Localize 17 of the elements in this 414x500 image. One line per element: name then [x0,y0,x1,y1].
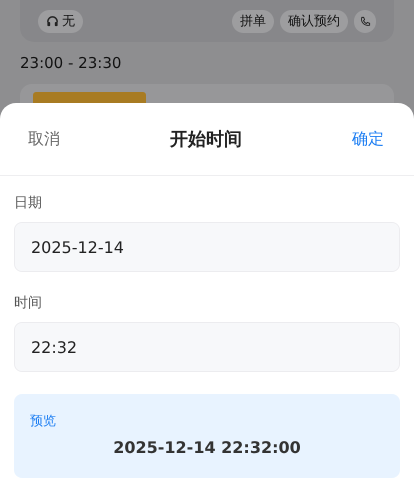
preview-value: 2025-12-14 22:32:00 [113,438,301,457]
preview-label: 预览 [30,413,57,430]
phone-button[interactable] [354,10,376,32]
action-button[interactable]: 拼单 [232,10,274,32]
input-field[interactable]: 2025-12-14 [14,222,400,272]
cancel-button[interactable]: 取消 [14,124,74,154]
confirm-button[interactable]: 确定 [338,124,400,154]
action-button[interactable]: 确认预约 [280,10,348,32]
phone-icon [360,16,370,26]
input-field[interactable]: 22:32 [14,322,400,372]
field-label: 日期 [14,194,43,212]
assistant-text: 无 [62,13,75,30]
headset-icon [46,14,59,28]
field-label: 时间 [14,294,43,312]
assistant-chip[interactable]: 无 [38,10,83,32]
sheet-title: 开始时间 [170,128,242,151]
time-range: 23:00 - 23:30 [20,54,122,72]
